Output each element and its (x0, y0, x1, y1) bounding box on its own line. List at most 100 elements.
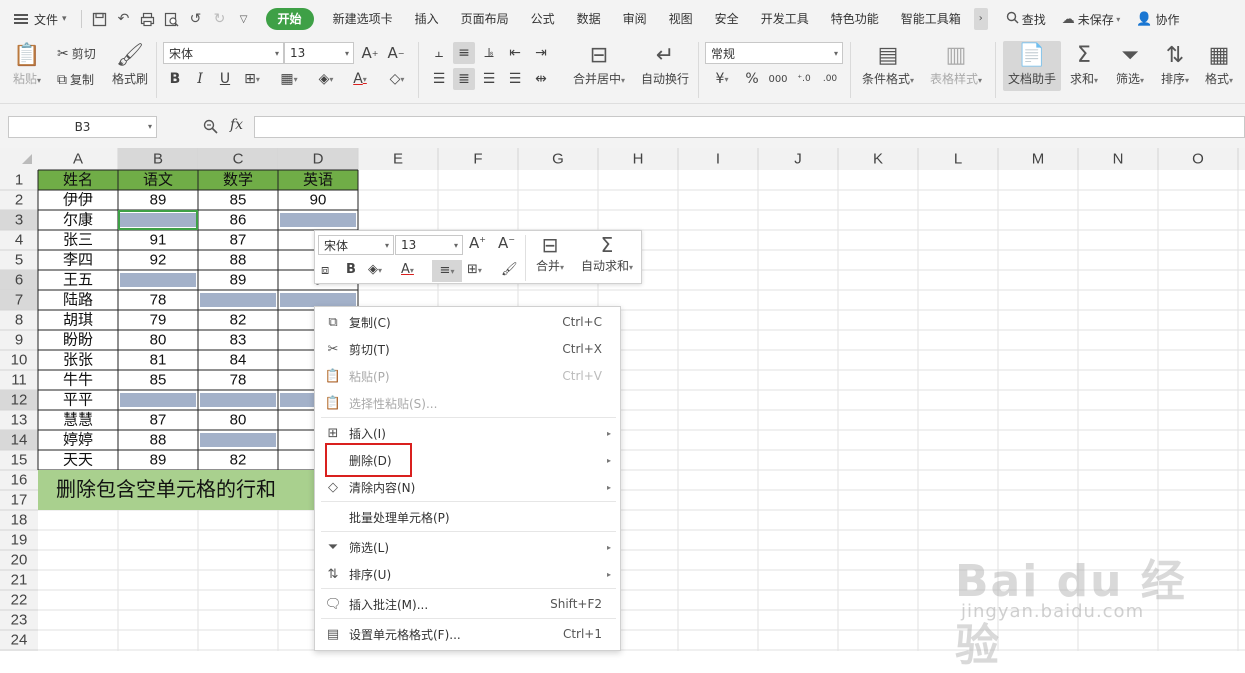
increase-font-icon[interactable]: A+ (469, 234, 486, 252)
customize-toolbar-icon[interactable]: ▽ (232, 7, 256, 31)
print-preview-icon[interactable] (160, 7, 184, 31)
mini-font-name-select[interactable]: 宋体 ▾ (318, 235, 394, 255)
redo-icon[interactable]: ↻ (208, 7, 232, 31)
spreadsheet-grid[interactable]: A B C D E F G H I J K L M N O 1 2 3 4 5 6 7 8 9 10 11 12 13 14 15 16 17… (0, 148, 1245, 651)
decrease-font-icon[interactable]: A− (385, 42, 407, 64)
format-painter-brush-icon[interactable]: 🖌 (501, 262, 518, 277)
print-icon[interactable] (136, 7, 160, 31)
italic-icon[interactable]: I (189, 68, 211, 90)
percent-icon[interactable]: % (741, 68, 763, 90)
bold-icon[interactable]: B (164, 68, 186, 90)
tab-6[interactable]: 审阅 (612, 0, 658, 38)
conditional-format-button[interactable]: ▤ 条件格式▾ (858, 42, 918, 87)
cut-button[interactable]: ✂ 剪切 (57, 45, 96, 62)
file-menu[interactable]: 文件 ▾ (0, 0, 75, 38)
align-middle-icon[interactable]: ≡ (453, 42, 475, 64)
bold-icon[interactable]: B (346, 262, 356, 277)
context-menu-item-6[interactable]: ◇ 清除内容(N) ▸ (315, 474, 620, 500)
border-icon[interactable]: ⊞▾ (467, 262, 482, 277)
table-cell: 83 (230, 332, 247, 349)
tab-0[interactable]: 开始 (265, 8, 314, 30)
font-size-select[interactable]: 13 ▾ (284, 42, 354, 64)
fill-color-icon[interactable]: ◈▾ (315, 68, 337, 90)
distributed-align-icon[interactable]: ⇹ (530, 68, 552, 90)
save-icon[interactable] (88, 7, 112, 31)
format-button[interactable]: ▦ 格式▾ (1200, 42, 1238, 87)
tab-5[interactable]: 数据 (566, 0, 612, 38)
tab-8[interactable]: 安全 (704, 0, 750, 38)
fx-icon[interactable]: fx (230, 117, 243, 133)
increase-indent-icon[interactable]: ⇥ (530, 42, 552, 64)
merge-button[interactable]: ⊟ 合并▾ (533, 233, 567, 274)
undo-icon[interactable]: ↺ (184, 7, 208, 31)
context-menu-item-11[interactable]: ▤ 设置单元格格式(F)... Ctrl+1 (315, 621, 620, 647)
zoom-icon[interactable] (203, 119, 218, 138)
tab-1[interactable]: 新建选项卡 (322, 0, 404, 38)
align-left-icon[interactable]: ☰ (428, 68, 450, 90)
collaborate-button[interactable]: 👤 协作 (1128, 11, 1187, 28)
name-box[interactable]: B3 ▾ (8, 116, 157, 138)
align-center-icon[interactable]: ≡▾ (432, 260, 462, 282)
number-format-select[interactable]: 常规 ▾ (705, 42, 843, 64)
context-menu-item-1[interactable]: ✂ 剪切(T) Ctrl+X (315, 336, 620, 362)
decrease-font-icon[interactable]: A− (498, 234, 515, 252)
mini-font-size-select[interactable]: 13 ▾ (395, 235, 463, 255)
sum-button[interactable]: Σ 求和▾ (1066, 42, 1102, 87)
table-header-cell: 英语 (303, 171, 333, 189)
fill-color-icon[interactable]: ◈▾ (368, 262, 382, 277)
context-menu-item-0[interactable]: ⧉ 复制(C) Ctrl+C (315, 309, 620, 335)
font-name-select[interactable]: 宋体 ▾ (163, 42, 284, 64)
tab-4[interactable]: 公式 (520, 0, 566, 38)
decrease-indent-icon[interactable]: ⇤ (504, 42, 526, 64)
doc-assistant-button[interactable]: 📄 文档助手 (1003, 42, 1061, 87)
context-menu-item-7[interactable]: 批量处理单元格(P) (315, 504, 620, 530)
tab-7[interactable]: 视图 (658, 0, 704, 38)
sort-button[interactable]: ⇅ 排序▾ (1156, 42, 1194, 87)
tab-10[interactable]: 特色功能 (820, 0, 890, 38)
increase-decimal-icon[interactable]: ⁺.0 (793, 68, 815, 90)
more-tabs-icon[interactable]: › (973, 8, 988, 30)
copy-button[interactable]: ⧉ 复制 (57, 71, 94, 88)
context-menu-item-8[interactable]: ⏷ 筛选(L) ▸ (315, 534, 620, 560)
tab-2[interactable]: 插入 (404, 0, 450, 38)
context-menu-item-10[interactable]: 🗨 插入批注(M)... Shift+F2 (315, 591, 620, 617)
table-cell: 82 (230, 452, 247, 469)
font-color-icon[interactable]: A▾ (401, 262, 414, 277)
format-painter-button[interactable]: 🖌 格式刷 (110, 42, 150, 87)
font-color-icon[interactable]: A▾ (349, 68, 371, 90)
fill-pattern-icon[interactable]: ▦ ▾ (278, 68, 300, 90)
align-bottom-icon[interactable]: ⫡ (478, 42, 500, 64)
tab-11[interactable]: 智能工具箱 (890, 0, 972, 38)
search-button[interactable]: 查找 (998, 11, 1054, 28)
wrap-text-button[interactable]: ↵ 自动换行 (638, 42, 692, 87)
merge-center-button[interactable]: ⊟ 合并居中▾ (568, 42, 630, 87)
thousands-separator-icon[interactable]: 000 (767, 68, 789, 90)
underline-icon[interactable]: U (214, 68, 236, 90)
tab-3[interactable]: 页面布局 (450, 0, 520, 38)
menu-separator (321, 531, 616, 532)
justify-icon[interactable]: ☰ (504, 68, 526, 90)
table-cell: 89 (150, 452, 167, 469)
context-menu-item-9[interactable]: ⇅ 排序(U) ▸ (315, 561, 620, 587)
tab-9[interactable]: 开发工具 (750, 0, 820, 38)
table-style-button[interactable]: ▥ 表格样式▾ (926, 42, 986, 87)
blank-cell-highlight (200, 293, 276, 307)
save-status-button[interactable]: ☁ 未保存 ▾ (1054, 11, 1129, 28)
autosum-button[interactable]: Σ 自动求和▾ (577, 233, 637, 274)
align-right-icon[interactable]: ☰ (478, 68, 500, 90)
border-icon[interactable]: ⊞▾ (241, 68, 263, 90)
align-center-icon[interactable]: ≣ (453, 68, 475, 90)
format-painter-icon[interactable]: ⧈ (321, 263, 329, 278)
sheet-canvas[interactable]: A B C D E F G H I J K L M N O1234567891011121314151617… (0, 148, 1245, 651)
filter-button[interactable]: ⏷ 筛选▾ (1111, 42, 1149, 87)
align-top-icon[interactable]: ⫠ (428, 42, 450, 64)
decrease-decimal-icon[interactable]: .00 (819, 68, 841, 90)
currency-icon[interactable]: ¥ ▾ (707, 68, 737, 90)
increase-font-icon[interactable]: A+ (359, 42, 381, 64)
paste-button[interactable]: 📋 粘贴▾ (9, 42, 45, 87)
chevron-down-icon: ▾ (147, 122, 152, 131)
undo-history-icon[interactable]: ↶ (112, 7, 136, 31)
formula-input[interactable] (254, 116, 1245, 138)
blank-cell-highlight (280, 213, 356, 227)
eraser-icon[interactable]: ◇ ▾ (386, 68, 408, 90)
